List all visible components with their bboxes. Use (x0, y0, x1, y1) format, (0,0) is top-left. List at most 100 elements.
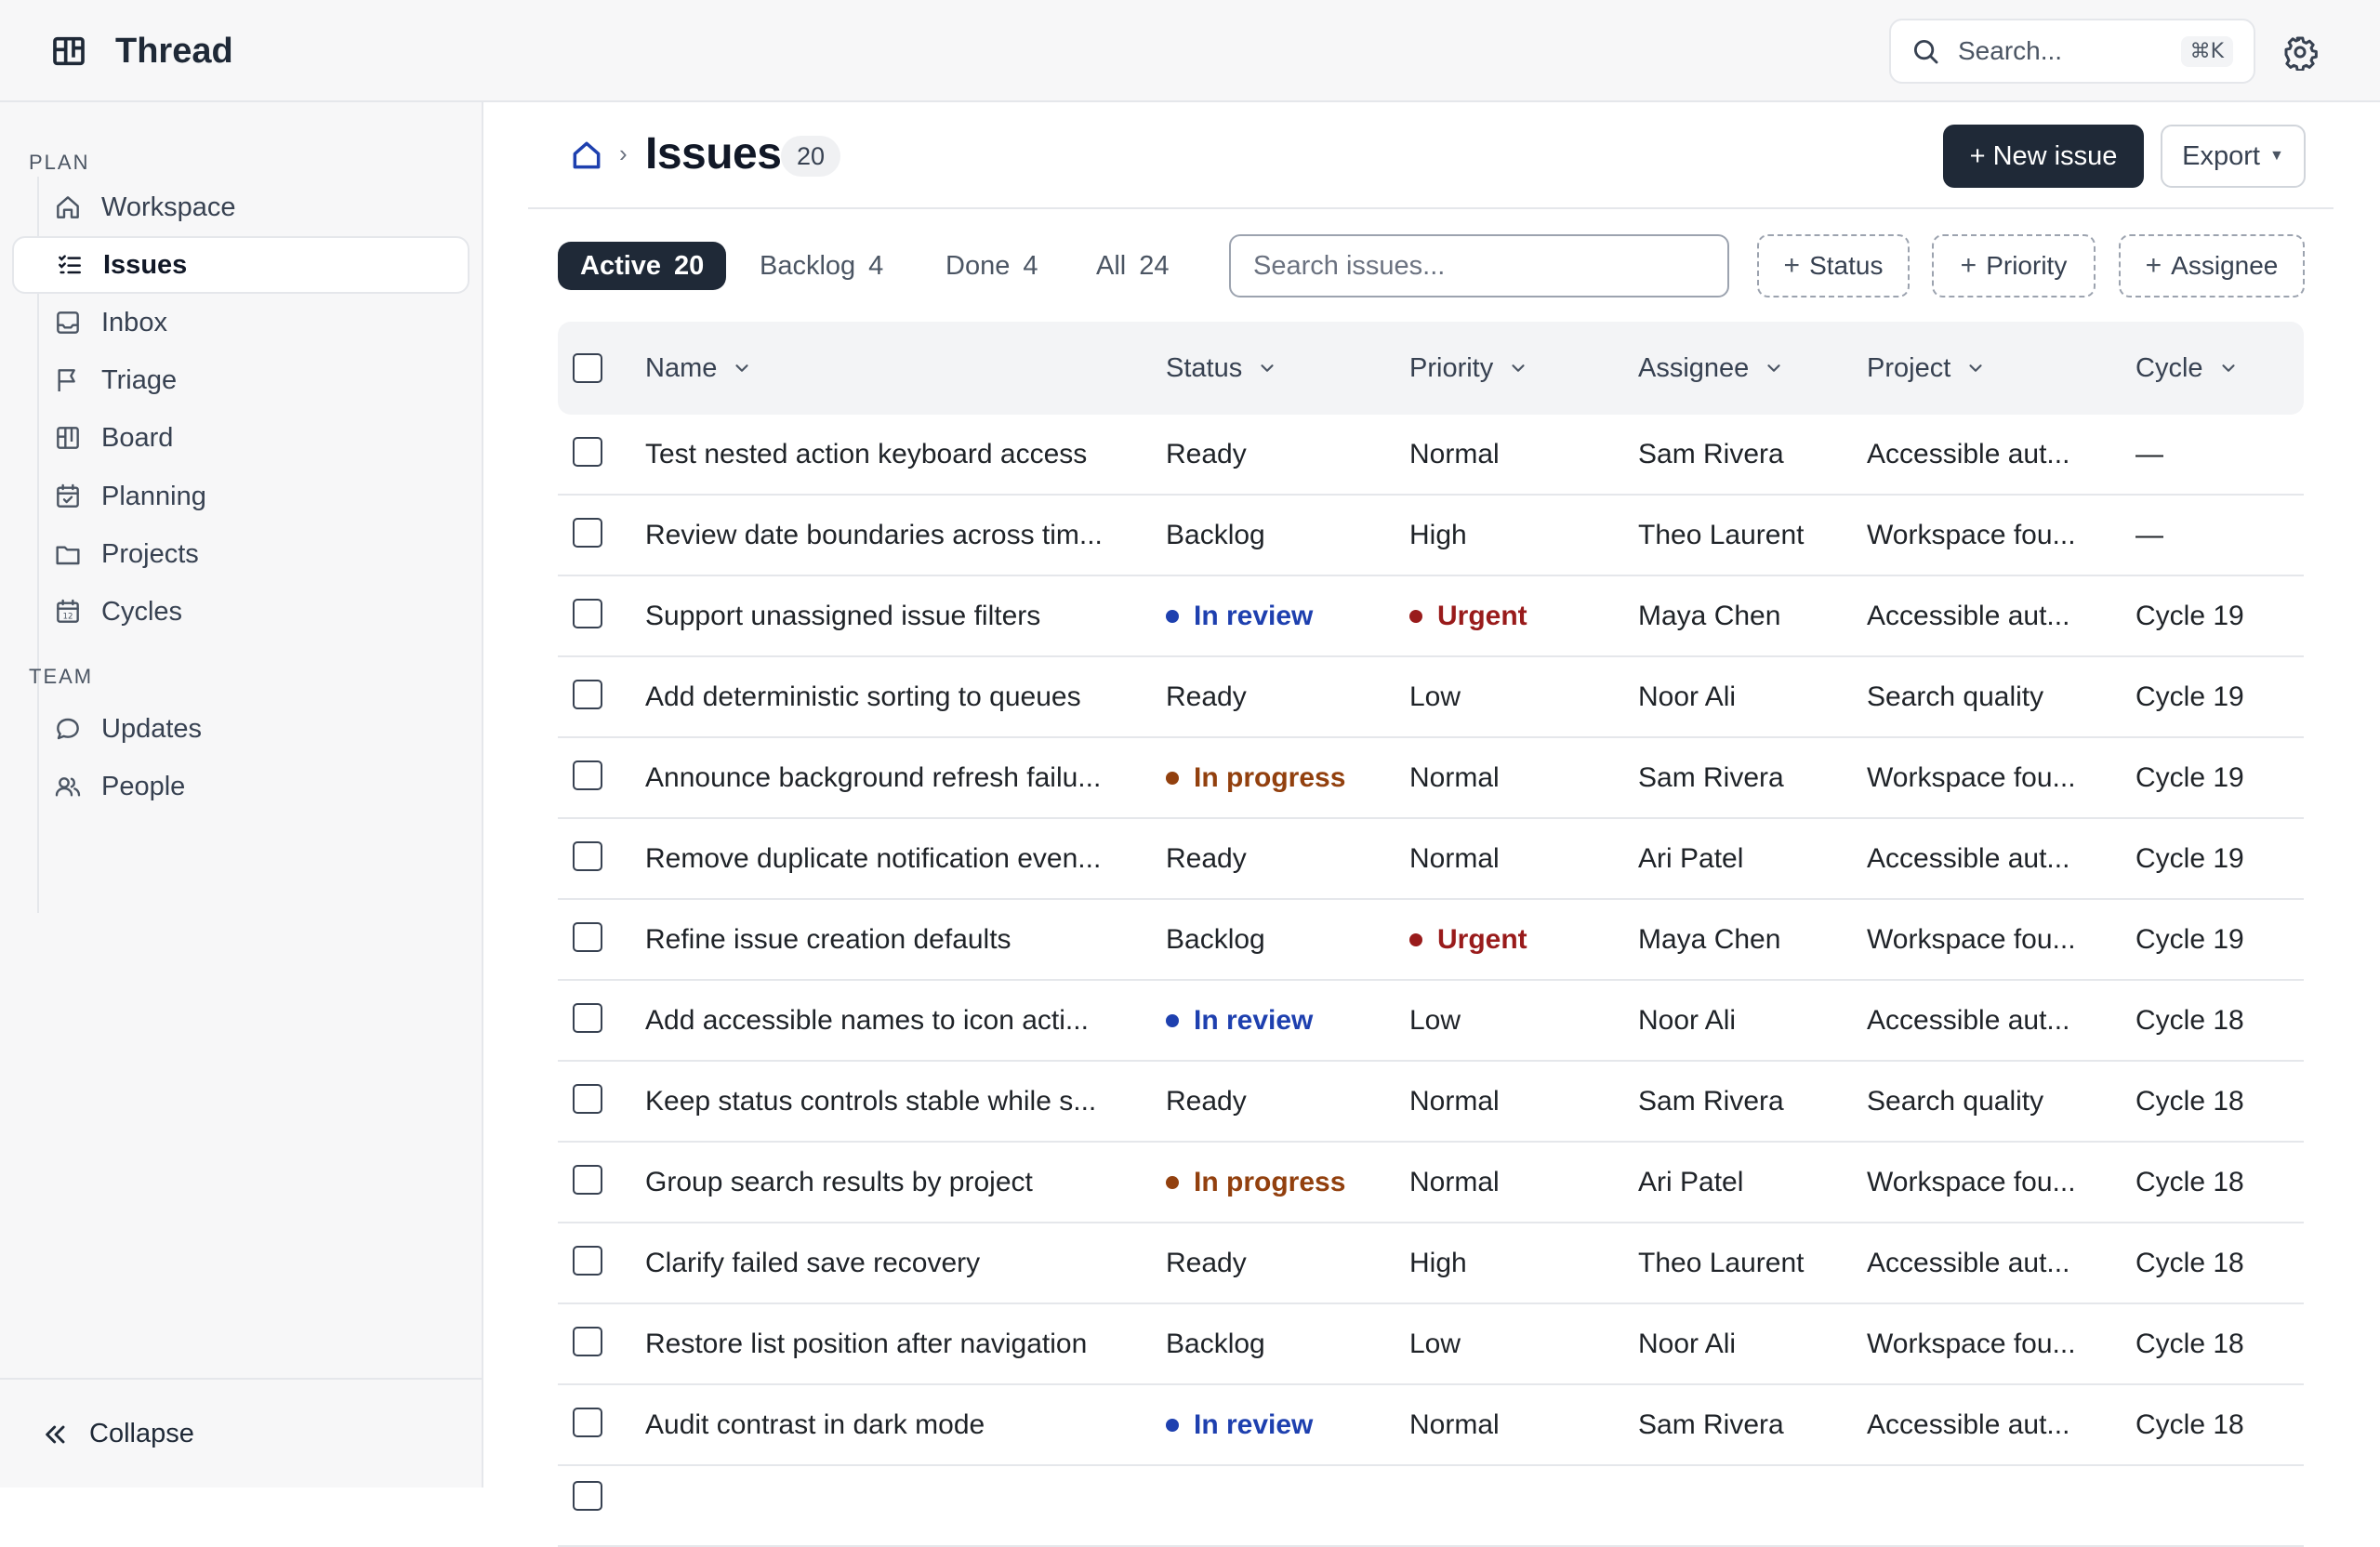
table-row[interactable]: Refine issue creation defaults Backlog U… (558, 900, 2304, 981)
sidebar-item-workspace[interactable]: Workspace (12, 178, 469, 236)
row-checkbox[interactable] (573, 680, 602, 709)
table-row[interactable]: Audit contrast in dark mode In review No… (558, 1385, 2304, 1466)
column-header-name[interactable]: Name (645, 322, 752, 415)
issue-status[interactable]: Ready (1166, 415, 1247, 494)
brand[interactable]: Thread (50, 28, 233, 74)
table-row[interactable]: Test nested action keyboard access Ready… (558, 415, 2304, 496)
row-checkbox[interactable] (573, 1165, 602, 1195)
sidebar-item-projects[interactable]: Projects (12, 525, 469, 583)
issue-priority[interactable]: Normal (1409, 738, 1500, 817)
issue-cycle[interactable]: Cycle 18 (2135, 1385, 2244, 1464)
issue-status[interactable]: Ready (1166, 1062, 1247, 1141)
row-checkbox[interactable] (573, 1327, 602, 1356)
issue-project[interactable]: Accessible aut... (1867, 819, 2069, 898)
issue-name[interactable]: Support unassigned issue filters (645, 576, 1040, 655)
issue-cycle[interactable]: — (2135, 415, 2163, 494)
issue-cycle[interactable]: Cycle 18 (2135, 1304, 2244, 1383)
issue-status[interactable]: Backlog (1166, 900, 1265, 979)
issue-project[interactable]: Accessible aut... (1867, 981, 2069, 1060)
column-header-project[interactable]: Project (1867, 322, 1986, 415)
status-filter-chip[interactable]: + Status (1757, 234, 1910, 298)
row-checkbox[interactable] (573, 1408, 602, 1437)
issue-project[interactable]: Accessible aut... (1867, 415, 2069, 494)
table-row[interactable] (558, 1466, 2304, 1547)
issue-search-input[interactable]: Search issues... (1229, 234, 1729, 298)
table-row[interactable]: Support unassigned issue filters In revi… (558, 576, 2304, 657)
issue-name[interactable]: Clarify failed save recovery (645, 1223, 980, 1302)
issue-project[interactable]: Workspace fou... (1867, 496, 2076, 575)
row-checkbox[interactable] (573, 841, 602, 871)
issue-assignee[interactable]: Sam Rivera (1638, 738, 1784, 817)
issue-name[interactable]: Audit contrast in dark mode (645, 1385, 985, 1464)
issue-priority[interactable]: Normal (1409, 1143, 1500, 1222)
export-button[interactable]: Export ▼ (2161, 125, 2306, 188)
row-checkbox[interactable] (573, 1481, 602, 1511)
issue-status[interactable]: In review (1166, 981, 1313, 1060)
issue-priority[interactable]: Urgent (1409, 900, 1527, 979)
issue-assignee[interactable]: Ari Patel (1638, 1143, 1743, 1222)
issue-priority[interactable]: Low (1409, 981, 1461, 1060)
row-checkbox[interactable] (573, 1003, 602, 1033)
table-row[interactable]: Clarify failed save recovery Ready High … (558, 1223, 2304, 1304)
column-header-priority[interactable]: Priority (1409, 322, 1528, 415)
tab-backlog[interactable]: Backlog 4 (760, 242, 883, 290)
issue-status[interactable]: In review (1166, 576, 1313, 655)
row-checkbox[interactable] (573, 599, 602, 628)
issue-name[interactable]: Add accessible names to icon acti... (645, 981, 1089, 1060)
issue-project[interactable]: Workspace fou... (1867, 738, 2076, 817)
table-row[interactable]: Review date boundaries across tim... Bac… (558, 496, 2304, 576)
issue-assignee[interactable]: Sam Rivera (1638, 1062, 1784, 1141)
settings-gear-icon[interactable] (2281, 33, 2319, 71)
issue-assignee[interactable]: Noor Ali (1638, 657, 1736, 736)
issue-name[interactable]: Refine issue creation defaults (645, 900, 1012, 979)
issue-project[interactable]: Workspace fou... (1867, 1304, 2076, 1383)
issue-status[interactable]: In progress (1166, 1143, 1345, 1222)
issue-assignee[interactable]: Noor Ali (1638, 981, 1736, 1060)
collapse-button[interactable]: Collapse (41, 1419, 194, 1449)
assignee-filter-chip[interactable]: + Assignee (2119, 234, 2305, 298)
issue-name[interactable]: Keep status controls stable while s... (645, 1062, 1096, 1141)
issue-name[interactable]: Review date boundaries across tim... (645, 496, 1103, 575)
home-breadcrumb-icon[interactable] (569, 138, 604, 173)
table-row[interactable]: Group search results by project In progr… (558, 1143, 2304, 1223)
issue-cycle[interactable]: Cycle 18 (2135, 1143, 2244, 1222)
row-checkbox[interactable] (573, 437, 602, 467)
issue-assignee[interactable]: Theo Laurent (1638, 496, 1804, 575)
issue-name[interactable]: Announce background refresh failu... (645, 738, 1101, 817)
issue-cycle[interactable]: Cycle 18 (2135, 1223, 2244, 1302)
issue-project[interactable]: Accessible aut... (1867, 576, 2069, 655)
issue-assignee[interactable]: Maya Chen (1638, 576, 1780, 655)
sidebar-item-triage[interactable]: Triage (12, 351, 469, 409)
issue-status[interactable]: In progress (1166, 738, 1345, 817)
sidebar-item-inbox[interactable]: Inbox (12, 294, 469, 351)
row-checkbox[interactable] (573, 518, 602, 548)
issue-project[interactable]: Accessible aut... (1867, 1385, 2069, 1464)
issue-name[interactable]: Test nested action keyboard access (645, 415, 1087, 494)
issue-cycle[interactable]: — (2135, 496, 2163, 575)
issue-priority[interactable]: Normal (1409, 1062, 1500, 1141)
issue-assignee[interactable]: Ari Patel (1638, 819, 1743, 898)
issue-name[interactable]: Restore list position after navigation (645, 1304, 1087, 1383)
issue-status[interactable]: Ready (1166, 819, 1247, 898)
issue-status[interactable]: Backlog (1166, 1304, 1265, 1383)
issue-cycle[interactable]: Cycle 18 (2135, 1062, 2244, 1141)
issue-cycle[interactable]: Cycle 19 (2135, 657, 2244, 736)
sidebar-item-planning[interactable]: Planning (12, 468, 469, 525)
issue-status[interactable]: In review (1166, 1385, 1313, 1464)
sidebar-item-updates[interactable]: Updates (12, 700, 469, 758)
tab-active[interactable]: Active 20 (558, 242, 727, 290)
issue-assignee[interactable]: Sam Rivera (1638, 415, 1784, 494)
row-checkbox[interactable] (573, 922, 602, 952)
table-row[interactable]: Announce background refresh failu... In … (558, 738, 2304, 819)
issue-project[interactable]: Workspace fou... (1867, 1143, 2076, 1222)
issue-assignee[interactable]: Noor Ali (1638, 1304, 1736, 1383)
issue-priority[interactable]: Normal (1409, 1385, 1500, 1464)
issue-priority[interactable]: High (1409, 496, 1467, 575)
issue-cycle[interactable]: Cycle 19 (2135, 819, 2244, 898)
row-checkbox[interactable] (573, 760, 602, 790)
issue-assignee[interactable]: Maya Chen (1638, 900, 1780, 979)
table-row[interactable]: Add accessible names to icon acti... In … (558, 981, 2304, 1062)
priority-filter-chip[interactable]: + Priority (1932, 234, 2096, 298)
issue-priority[interactable]: Normal (1409, 819, 1500, 898)
issue-project[interactable]: Workspace fou... (1867, 900, 2076, 979)
